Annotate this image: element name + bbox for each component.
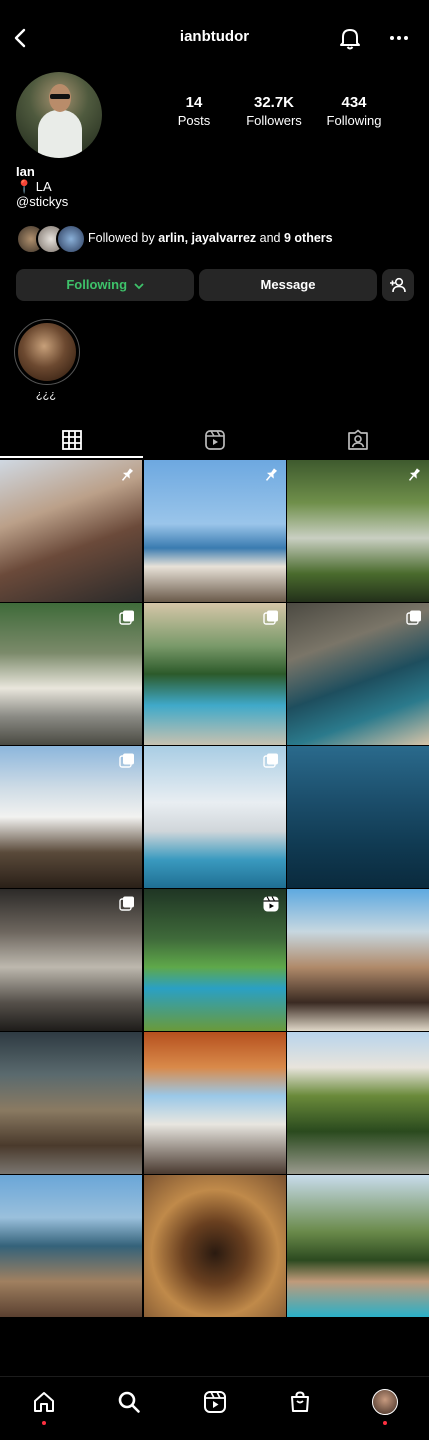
post-thumbnail[interactable] <box>0 746 142 888</box>
carousel-icon <box>118 752 136 775</box>
tab-reels[interactable] <box>143 422 286 458</box>
followers-stat[interactable]: 32.7K Followers <box>234 94 314 128</box>
chevron-down-icon <box>134 282 144 289</box>
post-thumbnail[interactable] <box>287 889 429 1031</box>
tagged-icon <box>347 429 368 450</box>
message-button-label: Message <box>260 277 316 292</box>
followed-by-others: 9 others <box>283 231 333 245</box>
pinned-icon <box>118 466 136 489</box>
reels-icon <box>204 1391 226 1413</box>
post-thumbnail[interactable] <box>143 603 286 745</box>
add-person-icon <box>390 277 406 293</box>
reel-icon <box>262 895 280 918</box>
grid-icon <box>61 430 82 450</box>
posts-count: 14 <box>185 94 203 111</box>
post-thumbnail[interactable] <box>287 1032 429 1174</box>
home-icon <box>34 1392 54 1412</box>
followed-by-row[interactable]: Followed by arlin, jayalvarrez and 9 oth… <box>16 224 416 254</box>
bell-icon[interactable] <box>337 24 363 52</box>
story-highlight[interactable] <box>14 319 80 385</box>
post-thumbnail[interactable] <box>287 746 429 888</box>
followed-by-text: Followed by arlin, jayalvarrez and 9 oth… <box>88 231 333 245</box>
post-thumbnail[interactable] <box>143 1175 286 1317</box>
tab-posts-grid[interactable] <box>0 422 143 458</box>
post-thumbnail[interactable] <box>287 460 429 602</box>
posts-label: Posts <box>177 113 211 128</box>
bottom-navigation <box>0 1376 429 1440</box>
carousel-icon <box>118 895 136 918</box>
avatar-shirt-shape <box>38 110 82 158</box>
post-thumbnail[interactable] <box>0 1032 142 1174</box>
post-thumbnail[interactable] <box>0 1175 142 1317</box>
followed-by-and: and <box>256 231 284 245</box>
highlight-label: ¿¿¿ <box>35 389 57 401</box>
post-thumbnail[interactable] <box>143 460 286 602</box>
following-label: Following <box>326 113 382 128</box>
search-icon <box>118 1391 140 1413</box>
post-thumbnail[interactable] <box>143 746 286 888</box>
followed-by-names: arlin, jayalvarrez <box>158 231 257 245</box>
profile-name: Ian <box>16 164 35 179</box>
post-thumbnail[interactable] <box>0 603 142 745</box>
profile-location: 📍 LA <box>16 179 52 194</box>
more-options-icon[interactable] <box>386 24 412 52</box>
carousel-icon <box>262 609 280 632</box>
page-title-username: ianbtudor <box>179 28 250 45</box>
carousel-icon <box>118 609 136 632</box>
carousel-icon <box>405 609 423 632</box>
carousel-icon <box>262 752 280 775</box>
post-thumbnail[interactable] <box>143 1032 286 1174</box>
profile-handle-link[interactable]: @stickys <box>16 194 68 209</box>
post-thumbnail[interactable] <box>287 603 429 745</box>
content-tabs <box>0 422 429 458</box>
reels-icon <box>204 430 225 450</box>
profile-header: ianbtudor <box>0 0 429 76</box>
notification-dot <box>383 1421 387 1425</box>
nav-shop[interactable] <box>285 1387 315 1417</box>
message-button[interactable]: Message <box>199 269 377 301</box>
pinned-icon <box>405 466 423 489</box>
shopping-bag-icon <box>291 1391 309 1412</box>
active-tab-indicator <box>0 456 143 458</box>
suggested-people-button[interactable] <box>382 269 414 301</box>
posts-stat[interactable]: 14 Posts <box>154 94 234 128</box>
tab-tagged[interactable] <box>286 422 429 458</box>
avatar-sunglasses-shape <box>50 94 70 99</box>
nav-profile[interactable] <box>370 1387 400 1417</box>
post-thumbnail[interactable] <box>0 460 142 602</box>
following-button-label: Following <box>66 277 128 292</box>
profile-avatar-icon <box>372 1389 398 1415</box>
post-thumbnail[interactable] <box>287 1175 429 1317</box>
nav-search[interactable] <box>114 1387 144 1417</box>
following-count: 434 <box>341 94 367 111</box>
profile-bio: Ian 📍 LA @stickys <box>16 164 68 209</box>
followed-by-prefix: Followed by <box>88 231 159 245</box>
follower-avatar <box>56 224 86 254</box>
followers-count: 32.7K <box>253 94 295 111</box>
profile-avatar[interactable] <box>16 72 102 158</box>
nav-home[interactable] <box>29 1387 59 1417</box>
followers-label: Followers <box>246 113 302 128</box>
nav-reels[interactable] <box>200 1387 230 1417</box>
notification-dot <box>42 1421 46 1425</box>
post-thumbnail[interactable] <box>0 889 142 1031</box>
post-thumbnail[interactable] <box>143 889 286 1031</box>
following-stat[interactable]: 434 Following <box>314 94 394 128</box>
following-button[interactable]: Following <box>16 269 194 301</box>
pinned-icon <box>262 466 280 489</box>
highlight-cover <box>18 323 76 381</box>
